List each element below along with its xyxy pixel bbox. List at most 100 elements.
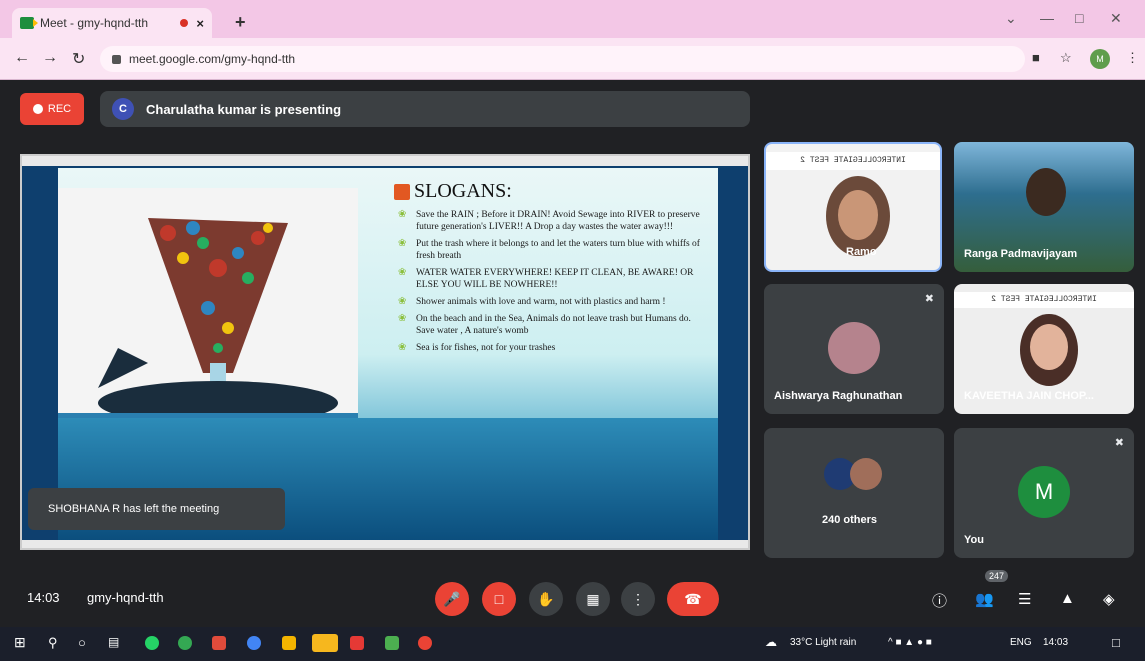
close-tab-icon[interactable]: × bbox=[196, 16, 204, 31]
present-screen-icon: ▦ bbox=[586, 590, 600, 607]
more-options-button[interactable]: ⋮ bbox=[621, 582, 655, 616]
app-icon[interactable] bbox=[312, 634, 338, 652]
app-icon[interactable] bbox=[178, 636, 192, 650]
host-controls-icon[interactable]: ◈ bbox=[1103, 590, 1115, 608]
camera-permission-icon[interactable]: ■ bbox=[1032, 50, 1040, 65]
more-vert-icon: ⋮ bbox=[631, 590, 645, 607]
maximize-icon[interactable]: □ bbox=[1075, 10, 1083, 26]
os-taskbar: ⊞ ⚲ ○ ▤ ☁ 33°C Light rain ^ ■ ▲ ● ■ ENG … bbox=[0, 627, 1145, 661]
present-button[interactable]: ▦ bbox=[576, 582, 610, 616]
info-icon[interactable]: ⓘ bbox=[932, 590, 947, 611]
presenter-avatar: C bbox=[112, 98, 134, 120]
weather-icon: ☁ bbox=[765, 635, 777, 649]
whale-trash-image bbox=[58, 188, 358, 438]
address-bar[interactable]: meet.google.com/gmy-hqnd-tth bbox=[100, 46, 1025, 72]
participant-name: Ramo bbox=[846, 246, 877, 258]
tab-search-icon[interactable]: ⌄ bbox=[1005, 10, 1017, 27]
mic-off-icon: 🎤 bbox=[443, 590, 461, 607]
slogan-item: WATER WATER EVERYWHERE! KEEP IT CLEAN, B… bbox=[394, 267, 704, 291]
participant-name: Aishwarya Raghunathan bbox=[774, 390, 903, 402]
browser-tab-strip: Meet - gmy-hqnd-tth × + ⌄ — □ ✕ bbox=[0, 0, 1145, 38]
slogan-item: Put the trash where it belongs to and le… bbox=[394, 238, 704, 262]
leave-call-button[interactable]: ☎ bbox=[667, 582, 719, 616]
url-text: meet.google.com/gmy-hqnd-tth bbox=[129, 52, 296, 66]
participant-tile-you[interactable]: ✖ M You bbox=[954, 428, 1134, 558]
notification-center-icon[interactable]: □ bbox=[1112, 635, 1120, 650]
people-icon[interactable]: 👥 bbox=[975, 590, 994, 608]
fest-banner: INTERCOLLEGIATE FEST 2 bbox=[766, 152, 940, 170]
close-window-icon[interactable]: ✕ bbox=[1110, 10, 1122, 27]
task-view-icon[interactable]: ▤ bbox=[108, 635, 119, 649]
slogan-item: Shower animals with love and warm, not w… bbox=[394, 296, 704, 308]
slogans-panel: SLOGANS: Save the RAIN ; Before it DRAIN… bbox=[394, 180, 704, 359]
participant-name: KAVEETHA JAIN CHOP... bbox=[964, 390, 1094, 402]
slogan-item: On the beach and in the Sea, Animals do … bbox=[394, 313, 704, 337]
presentation-slide: SLOGANS: Save the RAIN ; Before it DRAIN… bbox=[58, 168, 718, 541]
cortana-icon[interactable]: ○ bbox=[78, 635, 86, 650]
bookmark-star-icon[interactable]: ☆ bbox=[1060, 50, 1072, 66]
new-tab-button[interactable]: + bbox=[235, 12, 246, 33]
weather-text[interactable]: 33°C Light rain bbox=[790, 637, 856, 648]
toast-text: SHOBHANA R has left the meeting bbox=[48, 503, 220, 515]
fest-banner: INTERCOLLEGIATE FEST 2 bbox=[954, 292, 1134, 308]
self-avatar: M bbox=[1018, 466, 1070, 518]
shared-window-statusbar bbox=[22, 540, 748, 548]
language-indicator[interactable]: ENG bbox=[1010, 637, 1032, 648]
taskbar-clock[interactable]: 14:03 bbox=[1043, 637, 1068, 648]
system-tray-icons[interactable]: ^ ■ ▲ ● ■ bbox=[888, 637, 932, 648]
mic-toggle-button[interactable]: 🎤 bbox=[435, 582, 469, 616]
recording-indicator-icon bbox=[180, 19, 189, 27]
mic-off-icon: ✖ bbox=[924, 293, 934, 305]
forward-icon[interactable]: → bbox=[42, 49, 58, 67]
mic-off-icon: ✖ bbox=[1114, 437, 1124, 449]
record-dot-icon bbox=[32, 104, 43, 114]
phone-hangup-icon: ☎ bbox=[684, 590, 702, 607]
minimize-icon[interactable]: — bbox=[1040, 10, 1054, 26]
profile-avatar[interactable]: M bbox=[1090, 49, 1110, 69]
file-explorer-icon[interactable] bbox=[282, 636, 296, 650]
participant-tile-kaveetha[interactable]: INTERCOLLEGIATE FEST 2 KAVEETHA JAIN CHO… bbox=[954, 284, 1134, 414]
app-icon[interactable] bbox=[418, 636, 432, 650]
participant-video bbox=[1026, 168, 1066, 216]
back-icon[interactable]: ← bbox=[14, 49, 30, 67]
raise-hand-button[interactable]: ✋ bbox=[529, 582, 563, 616]
lock-icon bbox=[112, 54, 121, 64]
windows-start-icon[interactable]: ⊞ bbox=[14, 634, 26, 651]
app-icon[interactable] bbox=[385, 636, 399, 650]
participant-count-badge: 247 bbox=[985, 570, 1009, 582]
meeting-clock: 14:03 bbox=[27, 590, 60, 605]
chat-icon[interactable]: ☰ bbox=[1018, 590, 1031, 608]
participant-tile-others[interactable]: 240 others bbox=[764, 428, 944, 558]
camera-toggle-button[interactable]: □ bbox=[482, 582, 516, 616]
meet-favicon-icon bbox=[20, 17, 38, 29]
slide-title: SLOGANS: bbox=[394, 180, 704, 203]
participant-tile-aishwarya[interactable]: ✖ Aishwarya Raghunathan bbox=[764, 284, 944, 414]
slogan-list: Save the RAIN ; Before it DRAIN! Avoid S… bbox=[394, 209, 704, 354]
meet-stage: REC C Charulatha kumar is presenting SLO… bbox=[0, 80, 1145, 627]
tab-title: Meet - gmy-hqnd-tth bbox=[40, 16, 149, 30]
activities-icon[interactable]: ▲ bbox=[1060, 590, 1075, 607]
hand-icon: ✋ bbox=[537, 590, 555, 607]
presenting-text: Charulatha kumar is presenting bbox=[146, 101, 342, 117]
search-icon[interactable]: ⚲ bbox=[48, 635, 58, 651]
tab-meet[interactable]: Meet - gmy-hqnd-tth × bbox=[12, 8, 212, 38]
address-toolbar: ← → ↻ meet.google.com/gmy-hqnd-tth bbox=[0, 38, 1145, 80]
participant-name: Ranga Padmavijayam bbox=[964, 248, 1078, 260]
participant-tile-presenter[interactable]: INTERCOLLEGIATE FEST 2 Ramo bbox=[764, 142, 942, 272]
app-icon[interactable] bbox=[350, 636, 364, 650]
participant-name: 240 others bbox=[822, 514, 878, 526]
recording-badge[interactable]: REC bbox=[20, 93, 84, 125]
slogan-item: Sea is for fishes, not for your trashes bbox=[394, 342, 704, 354]
slide-title-icon bbox=[394, 183, 410, 200]
slogan-item: Save the RAIN ; Before it DRAIN! Avoid S… bbox=[394, 209, 704, 233]
browser-menu-icon[interactable]: ⋮ bbox=[1126, 50, 1139, 66]
participant-tile-ranga[interactable]: Ranga Padmavijayam bbox=[954, 142, 1134, 272]
whatsapp-icon[interactable] bbox=[145, 636, 159, 650]
participant-avatar bbox=[828, 322, 880, 374]
app-icon[interactable] bbox=[212, 636, 226, 650]
chrome-icon[interactable] bbox=[247, 636, 261, 650]
reload-icon[interactable]: ↻ bbox=[72, 49, 85, 69]
meeting-controls-bar: 14:03 gmy-hqnd-tth 🎤 □ ✋ ▦ ⋮ ☎ ⓘ 247 👥 ☰… bbox=[0, 570, 1145, 625]
rec-label: REC bbox=[47, 103, 72, 115]
camera-off-icon: □ bbox=[494, 591, 504, 607]
